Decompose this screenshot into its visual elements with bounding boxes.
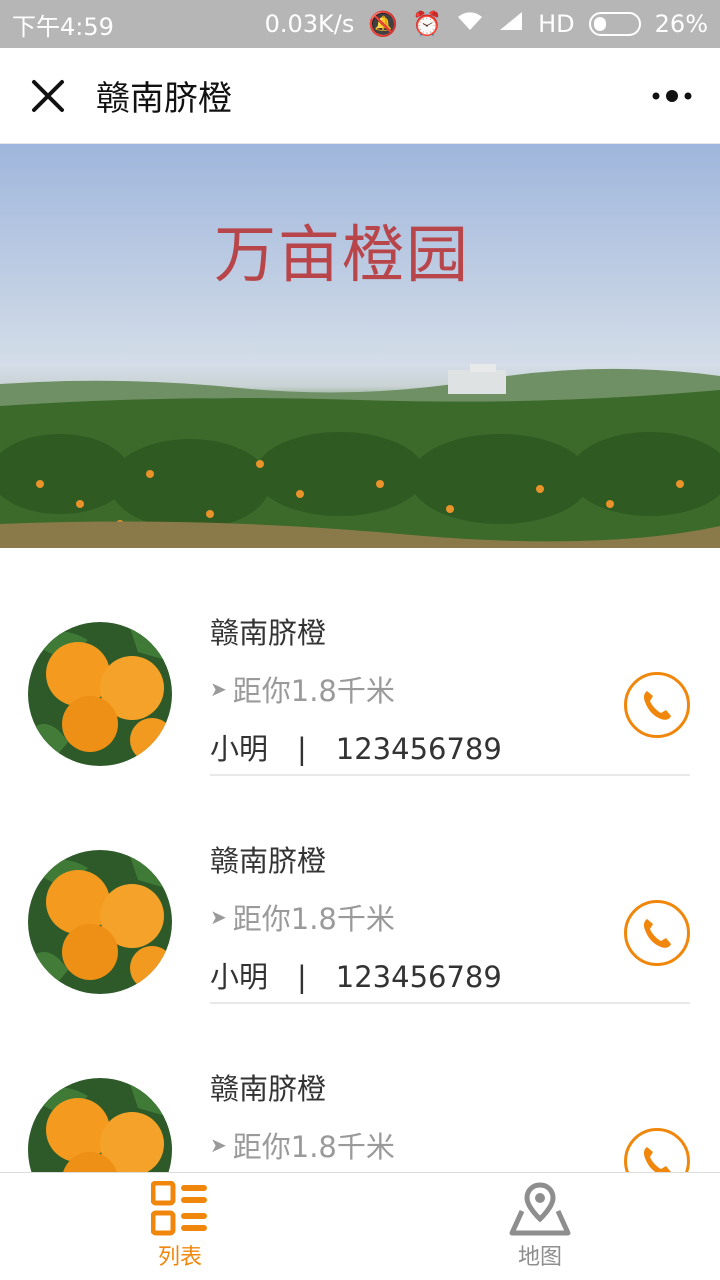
item-info: 赣南脐橙 ➤ 距你1.8千米 小明 | 123456789 — [210, 828, 690, 1004]
phone-icon — [643, 919, 671, 948]
signal-icon — [498, 10, 524, 38]
bottom-tab-bar: 列表 地图 — [0, 1172, 720, 1280]
page-title: 赣南脐橙 — [96, 79, 232, 119]
list-item[interactable]: 赣南脐橙 ➤ 距你1.8千米 小明 | 123456789 — [0, 548, 720, 776]
item-name: 赣南脐橙 — [210, 1072, 327, 1106]
wifi-icon — [456, 10, 484, 38]
list-item[interactable]: 赣南脐橙 ➤ 距你1.8千米 — [0, 1004, 720, 1172]
location-arrow-icon: ➤ — [210, 905, 227, 929]
close-button[interactable] — [0, 48, 96, 144]
location-arrow-icon: ➤ — [210, 1133, 227, 1157]
battery-icon — [588, 12, 641, 36]
tab-map-label: 地图 — [517, 1245, 562, 1270]
distance-text: 距你1.8千米 — [232, 902, 395, 936]
battery-level: 26% — [654, 10, 708, 38]
status-time: 下午4:59 — [12, 12, 114, 41]
more-icon — [652, 89, 692, 102]
item-distance: ➤ 距你1.8千米 — [210, 896, 395, 938]
list-item[interactable]: 赣南脐橙 ➤ 距你1.8千米 小明 | 123456789 — [0, 776, 720, 1004]
item-contact: 小明 | 123456789 — [210, 732, 502, 766]
alarm-icon: ⏰ — [412, 10, 443, 38]
avatar — [28, 622, 172, 766]
item-name: 赣南脐橙 — [210, 844, 327, 878]
close-icon — [32, 79, 64, 112]
item-distance: ➤ 距你1.8千米 — [210, 1124, 395, 1166]
item-name: 赣南脐橙 — [210, 616, 327, 650]
distance-text: 距你1.8千米 — [232, 1130, 395, 1164]
distance-text: 距你1.8千米 — [232, 674, 395, 708]
signal-label: HD — [538, 10, 575, 38]
banner-image: 万亩橙园 — [0, 144, 720, 548]
phone-icon — [643, 691, 671, 720]
map-icon — [509, 1182, 571, 1236]
item-info: 赣南脐橙 ➤ 距你1.8千米 — [210, 1056, 690, 1172]
list-icon — [151, 1181, 207, 1236]
item-info: 赣南脐橙 ➤ 距你1.8千米 小明 | 123456789 — [210, 600, 690, 776]
more-button[interactable] — [624, 48, 720, 144]
call-button[interactable] — [624, 1128, 690, 1172]
status-bar: 下午4:59 0.03K/s 🔕 ⏰ HD 26% — [0, 0, 720, 48]
tab-map[interactable]: 地图 — [360, 1173, 720, 1280]
call-button[interactable] — [624, 672, 690, 738]
avatar — [28, 1078, 172, 1172]
call-button[interactable] — [624, 900, 690, 966]
avatar — [28, 850, 172, 994]
title-bar: 赣南脐橙 — [0, 48, 720, 144]
item-distance: ➤ 距你1.8千米 — [210, 668, 395, 710]
banner-title: 万亩橙园 — [213, 218, 470, 291]
tab-list-label: 列表 — [157, 1245, 202, 1270]
phone-icon — [643, 1147, 671, 1172]
network-speed: 0.03K/s — [264, 10, 355, 38]
orchard-list: 赣南脐橙 ➤ 距你1.8千米 小明 | 123456789 赣南脐橙 ➤ 距你1… — [0, 548, 720, 1172]
item-contact: 小明 | 123456789 — [210, 960, 502, 994]
mute-icon: 🔕 — [368, 10, 399, 38]
location-arrow-icon: ➤ — [210, 677, 227, 701]
status-indicators: 0.03K/s 🔕 ⏰ HD 26% — [265, 10, 708, 38]
tab-list[interactable]: 列表 — [0, 1173, 360, 1280]
